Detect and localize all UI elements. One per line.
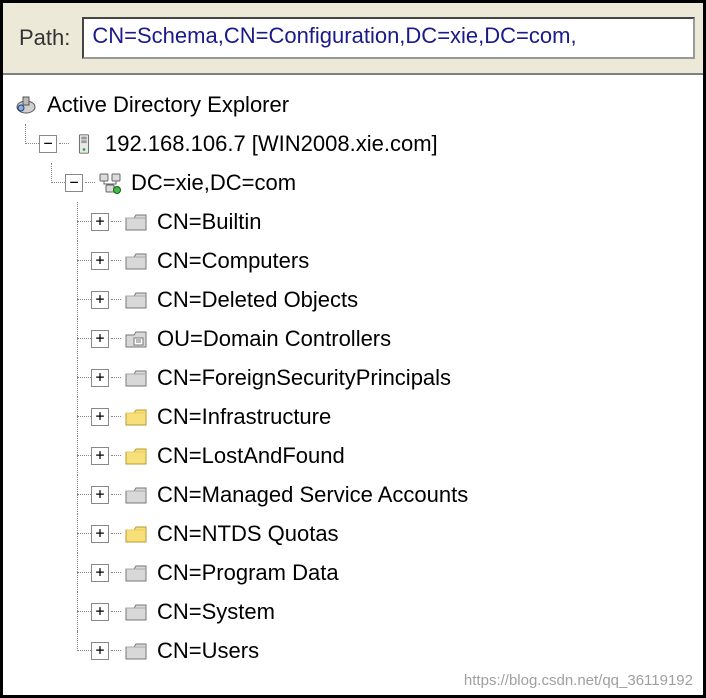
expander-plus[interactable]: + — [91, 330, 109, 348]
tree-domain-label: DC=xie,DC=com — [131, 172, 296, 194]
tree-view[interactable]: Active Directory Explorer − 192.168.106.… — [3, 75, 703, 680]
tree-item-label: CN=Users — [157, 640, 259, 662]
expander-plus[interactable]: + — [91, 525, 109, 543]
explorer-icon — [13, 92, 39, 118]
tree-root[interactable]: Active Directory Explorer — [13, 85, 695, 124]
expander-plus[interactable]: + — [91, 564, 109, 582]
expander-plus[interactable]: + — [91, 486, 109, 504]
tree-item-label: CN=System — [157, 601, 275, 623]
tree-item-label: CN=LostAndFound — [157, 445, 345, 467]
folder-icon — [123, 404, 149, 430]
expander-plus[interactable]: + — [91, 603, 109, 621]
container-icon — [123, 365, 149, 391]
container-icon — [123, 209, 149, 235]
tree-item[interactable]: + CN=Builtin — [13, 202, 695, 241]
tree-item[interactable]: + CN=Infrastructure — [13, 397, 695, 436]
folder-icon — [123, 443, 149, 469]
expander-plus[interactable]: + — [91, 642, 109, 660]
expander-plus[interactable]: + — [91, 369, 109, 387]
expander-plus[interactable]: + — [91, 291, 109, 309]
path-input[interactable]: CN=Schema,CN=Configuration,DC=xie,DC=com… — [82, 17, 695, 59]
ou-icon — [123, 326, 149, 352]
tree-item[interactable]: + CN=ForeignSecurityPrincipals — [13, 358, 695, 397]
tree-item[interactable]: + CN=Program Data — [13, 553, 695, 592]
expander-plus[interactable]: + — [91, 408, 109, 426]
tree-item-label: CN=Infrastructure — [157, 406, 331, 428]
expander-minus[interactable]: − — [39, 135, 57, 153]
path-label: Path: — [19, 25, 70, 51]
tree-item[interactable]: + CN=Users — [13, 631, 695, 670]
tree-item[interactable]: + CN=Computers — [13, 241, 695, 280]
tree-item[interactable]: + CN=Managed Service Accounts — [13, 475, 695, 514]
tree-root-label: Active Directory Explorer — [47, 94, 289, 116]
expander-plus[interactable]: + — [91, 252, 109, 270]
watermark: https://blog.csdn.net/qq_36119192 — [464, 672, 693, 689]
tree-item[interactable]: + CN=Deleted Objects — [13, 280, 695, 319]
tree-server-label: 192.168.106.7 [WIN2008.xie.com] — [105, 133, 438, 155]
tree-item-label: CN=Builtin — [157, 211, 262, 233]
tree-item[interactable]: + CN=LostAndFound — [13, 436, 695, 475]
tree-item-label: CN=Managed Service Accounts — [157, 484, 468, 506]
folder-icon — [123, 521, 149, 547]
container-icon — [123, 482, 149, 508]
container-icon — [123, 287, 149, 313]
expander-plus[interactable]: + — [91, 447, 109, 465]
tree-item-label: CN=Computers — [157, 250, 309, 272]
tree-domain[interactable]: − DC=xie,DC=com — [13, 163, 695, 202]
container-icon — [123, 248, 149, 274]
tree-item[interactable]: + CN=NTDS Quotas — [13, 514, 695, 553]
expander-plus[interactable]: + — [91, 213, 109, 231]
tree-server[interactable]: − 192.168.106.7 [WIN2008.xie.com] — [13, 124, 695, 163]
tree-item[interactable]: + OU=Domain Controllers — [13, 319, 695, 358]
tree-item[interactable]: + CN=System — [13, 592, 695, 631]
tree-item-label: OU=Domain Controllers — [157, 328, 391, 350]
container-icon — [123, 560, 149, 586]
domain-icon — [97, 170, 123, 196]
container-icon — [123, 599, 149, 625]
expander-minus[interactable]: − — [65, 174, 83, 192]
server-icon — [71, 131, 97, 157]
tree-item-label: CN=Program Data — [157, 562, 339, 584]
container-icon — [123, 638, 149, 664]
tree-item-label: CN=Deleted Objects — [157, 289, 358, 311]
tree-item-label: CN=NTDS Quotas — [157, 523, 339, 545]
path-bar: Path: CN=Schema,CN=Configuration,DC=xie,… — [3, 3, 703, 75]
tree-item-label: CN=ForeignSecurityPrincipals — [157, 367, 451, 389]
